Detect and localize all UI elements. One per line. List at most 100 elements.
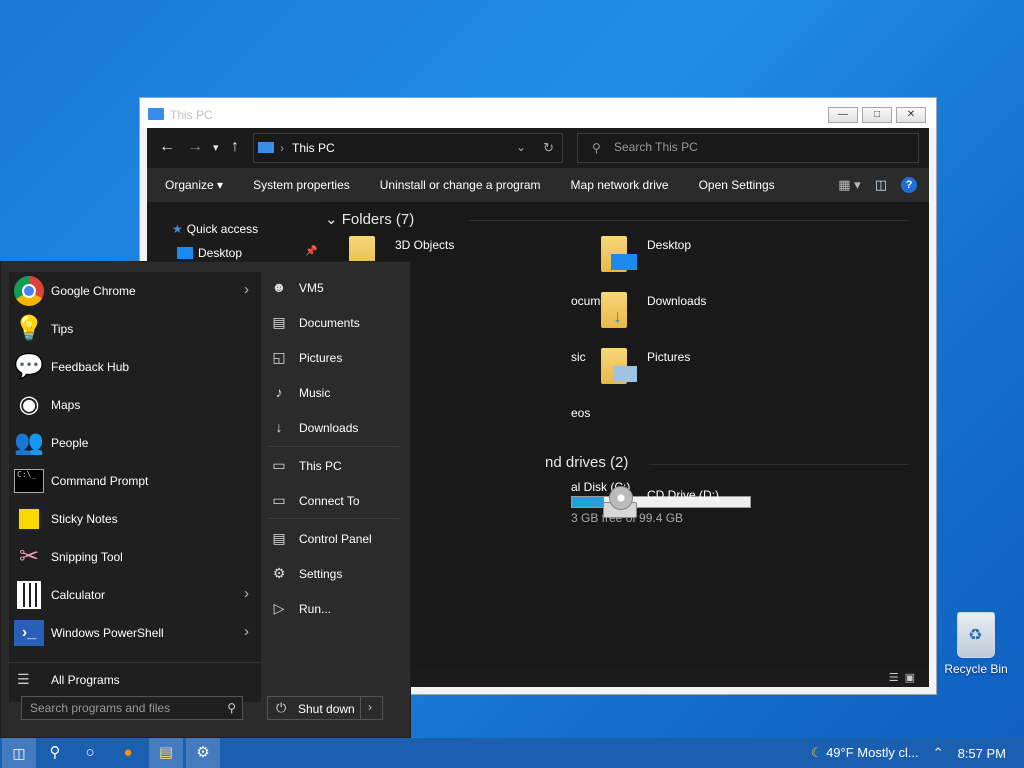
program-feedback-hub[interactable]: 💬 Feedback Hub [9, 348, 261, 386]
program-people[interactable]: 👥 People [9, 424, 261, 462]
nav-item-desktop[interactable]: Desktop [177, 246, 242, 260]
command-bar: Organize ▾ System properties Uninstall o… [147, 168, 929, 202]
system-properties-button[interactable]: System properties [253, 178, 350, 192]
breadcrumb-this-pc[interactable]: This PC [292, 141, 335, 155]
program-snipping-tool[interactable]: ✂ Snipping Tool [9, 538, 261, 576]
group-header-drives[interactable]: nd drives (2) [545, 454, 628, 471]
cmd-icon: C:\_ [13, 465, 45, 497]
help-icon[interactable]: ? [901, 177, 917, 193]
folder-icon [601, 348, 637, 384]
taskbar-settings[interactable]: ⚙ [186, 738, 220, 768]
recent-locations-chevron-icon[interactable]: ▾ [213, 141, 219, 154]
all-programs-button[interactable]: ☰ All Programs [9, 662, 261, 696]
folder-icon: ↓ [601, 292, 627, 328]
program-tips[interactable]: 💡 Tips [9, 310, 261, 348]
start-search-input[interactable] [30, 701, 220, 715]
chevron-right-icon[interactable]: › [244, 281, 249, 298]
windows-logo-icon: ◫ [12, 745, 26, 761]
back-arrow-icon[interactable]: ← [159, 138, 175, 156]
start-button[interactable]: ◫ [2, 738, 36, 768]
shutdown-options-chevron-icon[interactable]: › [368, 700, 372, 714]
system-tray: ☾ 49°F Mostly cl... ⌃ 8:57 PM [811, 738, 1006, 768]
maximize-button[interactable]: □ [862, 107, 892, 123]
program-windows-powershell[interactable]: ›_ Windows PowerShell › [9, 614, 261, 652]
weather-widget[interactable]: ☾ 49°F Mostly cl... [811, 745, 919, 761]
pin-icon[interactable]: 📌 [305, 246, 317, 257]
search-icon: ⚲ [592, 141, 601, 155]
program-label: Windows PowerShell [51, 626, 164, 640]
place-label: VM5 [299, 281, 324, 295]
connect-icon: ▭ [272, 492, 286, 508]
drive-label: CD Drive (D:) [647, 488, 719, 502]
clock[interactable]: 8:57 PM [958, 746, 1006, 761]
place-documents[interactable]: ▤ Documents [263, 307, 403, 337]
uninstall-program-button[interactable]: Uninstall or change a program [380, 178, 541, 192]
cd-drive-icon [597, 486, 637, 524]
program-sticky-notes[interactable]: Sticky Notes [9, 500, 261, 538]
show-hidden-icons-chevron-icon[interactable]: ⌃ [933, 745, 944, 761]
place-vm5[interactable]: ☻ VM5 [263, 272, 403, 302]
place-downloads[interactable]: ↓ Downloads [263, 412, 403, 442]
folder-icon [601, 236, 637, 272]
chevron-right-icon[interactable]: › [244, 623, 249, 640]
maps-icon: ◉ [18, 391, 40, 418]
place-label: Control Panel [299, 532, 372, 546]
place-label: Music [299, 386, 331, 400]
explorer-search-input[interactable] [614, 140, 894, 154]
close-button[interactable]: ✕ [896, 107, 926, 123]
window-title: This PC [170, 108, 213, 122]
moon-cloud-icon: ☾ [810, 745, 823, 760]
organize-menu[interactable]: Organize ▾ [165, 178, 223, 192]
people-icon: 👥 [14, 429, 44, 456]
music-icon: ♪ [275, 384, 283, 400]
program-google-chrome[interactable]: Google Chrome › [9, 272, 261, 310]
group-header-folders[interactable]: ⌄ Folders (7) [325, 210, 414, 228]
nav-item-quick-access[interactable]: ★ Quick access [172, 222, 258, 236]
list-icon: ☰ [17, 671, 30, 687]
sticky-notes-icon [13, 503, 45, 535]
computer-icon [258, 142, 274, 153]
breadcrumb-separator-icon: › [280, 141, 284, 155]
address-dropdown-icon[interactable]: ⌄ [516, 140, 526, 154]
taskbar-firefox[interactable]: ● [111, 738, 145, 768]
start-search-box[interactable]: ⚲ [21, 696, 243, 720]
folder-label: Downloads [647, 294, 707, 308]
place-run[interactable]: ▷ Run... [263, 593, 403, 623]
preview-pane-icon[interactable]: ◫ [875, 177, 887, 193]
user-icon: ☻ [271, 279, 287, 295]
recycle-bin-desktop-icon[interactable]: ♻ Recycle Bin [944, 612, 1008, 676]
download-icon: ↓ [275, 419, 283, 435]
place-this-pc[interactable]: ▭ This PC [263, 450, 403, 480]
taskbar-search-button[interactable]: ⚲ [38, 738, 72, 768]
program-command-prompt[interactable]: C:\_ Command Prompt [9, 462, 261, 500]
search-icon: ⚲ [227, 701, 236, 715]
explorer-search-box[interactable]: ⚲ [577, 133, 919, 163]
program-label: Snipping Tool [51, 550, 123, 564]
address-bar[interactable]: › This PC ⌄ ↻ [253, 133, 563, 163]
place-label: Run... [299, 602, 332, 616]
minimize-button[interactable]: — [828, 107, 858, 123]
cortana-circle-icon: ○ [85, 744, 95, 761]
shutdown-label: Shut down [298, 702, 355, 716]
map-network-drive-button[interactable]: Map network drive [571, 178, 669, 192]
place-settings[interactable]: ⚙ Settings [263, 558, 403, 588]
change-view-icon[interactable]: ▦ ▾ [838, 177, 860, 193]
shutdown-button[interactable]: ⏻ Shut down › [267, 696, 383, 720]
star-icon: ★ [172, 222, 183, 236]
up-arrow-icon[interactable]: ↑ [231, 138, 239, 156]
open-settings-button[interactable]: Open Settings [699, 178, 775, 192]
explorer-titlebar[interactable]: This PC — □ ✕ [140, 98, 936, 128]
place-music[interactable]: ♪ Music [263, 377, 403, 407]
taskbar-file-explorer[interactable]: ▤ [149, 738, 183, 768]
refresh-icon[interactable]: ↻ [543, 140, 554, 156]
program-calculator[interactable]: Calculator › [9, 576, 261, 614]
place-pictures[interactable]: ◱ Pictures [263, 342, 403, 372]
task-view-button[interactable]: ○ [73, 738, 107, 768]
large-icons-view-icon[interactable]: ▣ [905, 671, 915, 684]
chevron-right-icon[interactable]: › [244, 585, 249, 602]
details-view-icon[interactable]: ☰ [889, 671, 899, 684]
forward-arrow-icon[interactable]: → [187, 138, 203, 156]
place-control-panel[interactable]: ▤ Control Panel [263, 523, 403, 553]
program-maps[interactable]: ◉ Maps [9, 386, 261, 424]
place-connect-to[interactable]: ▭ Connect To [263, 485, 403, 515]
